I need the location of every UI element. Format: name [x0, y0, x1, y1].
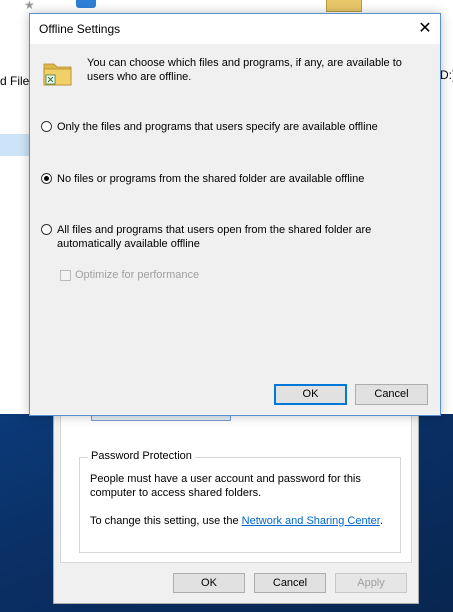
change-setting-suffix: .	[379, 515, 383, 527]
network-sharing-center-link[interactable]: Network and Sharing Center	[242, 515, 380, 527]
ok-button[interactable]: OK	[274, 384, 347, 405]
dialog-title: Offline Settings	[39, 22, 121, 36]
radio-button[interactable]	[41, 121, 52, 132]
quick-access-star-icon: ★	[24, 0, 35, 12]
password-protection-title: Password Protection	[88, 450, 195, 462]
offline-settings-dialog: Offline Settings ✕ You can choose which …	[29, 13, 441, 416]
nav-selected-item	[0, 134, 30, 156]
close-icon[interactable]: ✕	[410, 14, 440, 44]
bg-apply-button[interactable]: Apply	[335, 573, 407, 593]
sharing-tab-panel: Password Protection People must have a u…	[60, 415, 412, 563]
bg-ok-button[interactable]: OK	[173, 573, 245, 593]
radio-button[interactable]	[41, 173, 52, 184]
option-no-files-offline[interactable]: No files or programs from the shared fol…	[41, 172, 364, 186]
radio-button[interactable]	[41, 224, 52, 235]
optimize-performance-label: Optimize for performance	[75, 269, 200, 281]
option-all-files-automatic[interactable]: All files and programs that users open f…	[41, 223, 426, 251]
optimize-performance-row[interactable]: Optimize for performance	[60, 269, 199, 281]
change-setting-text: To change this setting, use the Network …	[90, 514, 400, 528]
dialog-titlebar[interactable]: Offline Settings ✕	[30, 14, 440, 44]
change-setting-prefix: To change this setting, use the	[90, 515, 242, 527]
option-user-specified[interactable]: Only the files and programs that users s…	[41, 120, 378, 134]
folder-thumbnail-icon	[326, 0, 362, 12]
offline-folder-icon	[43, 63, 72, 86]
optimize-performance-checkbox[interactable]	[60, 269, 71, 281]
password-protection-description: People must have a user account and pass…	[90, 473, 361, 499]
option-label: All files and programs that users open f…	[57, 224, 372, 250]
sharing-properties-dialog: Password Protection People must have a u…	[53, 414, 419, 604]
bg-cancel-button[interactable]: Cancel	[254, 573, 326, 593]
password-protection-group: Password Protection People must have a u…	[79, 450, 401, 553]
cancel-button[interactable]: Cancel	[355, 384, 428, 405]
folder-thumbnail-icon	[76, 0, 96, 8]
drive-label-fragment: D:)	[440, 68, 453, 82]
option-label: No files or programs from the shared fol…	[57, 173, 365, 185]
intro-text: You can choose which files and programs,…	[87, 57, 402, 83]
option-label: Only the files and programs that users s…	[57, 121, 378, 133]
